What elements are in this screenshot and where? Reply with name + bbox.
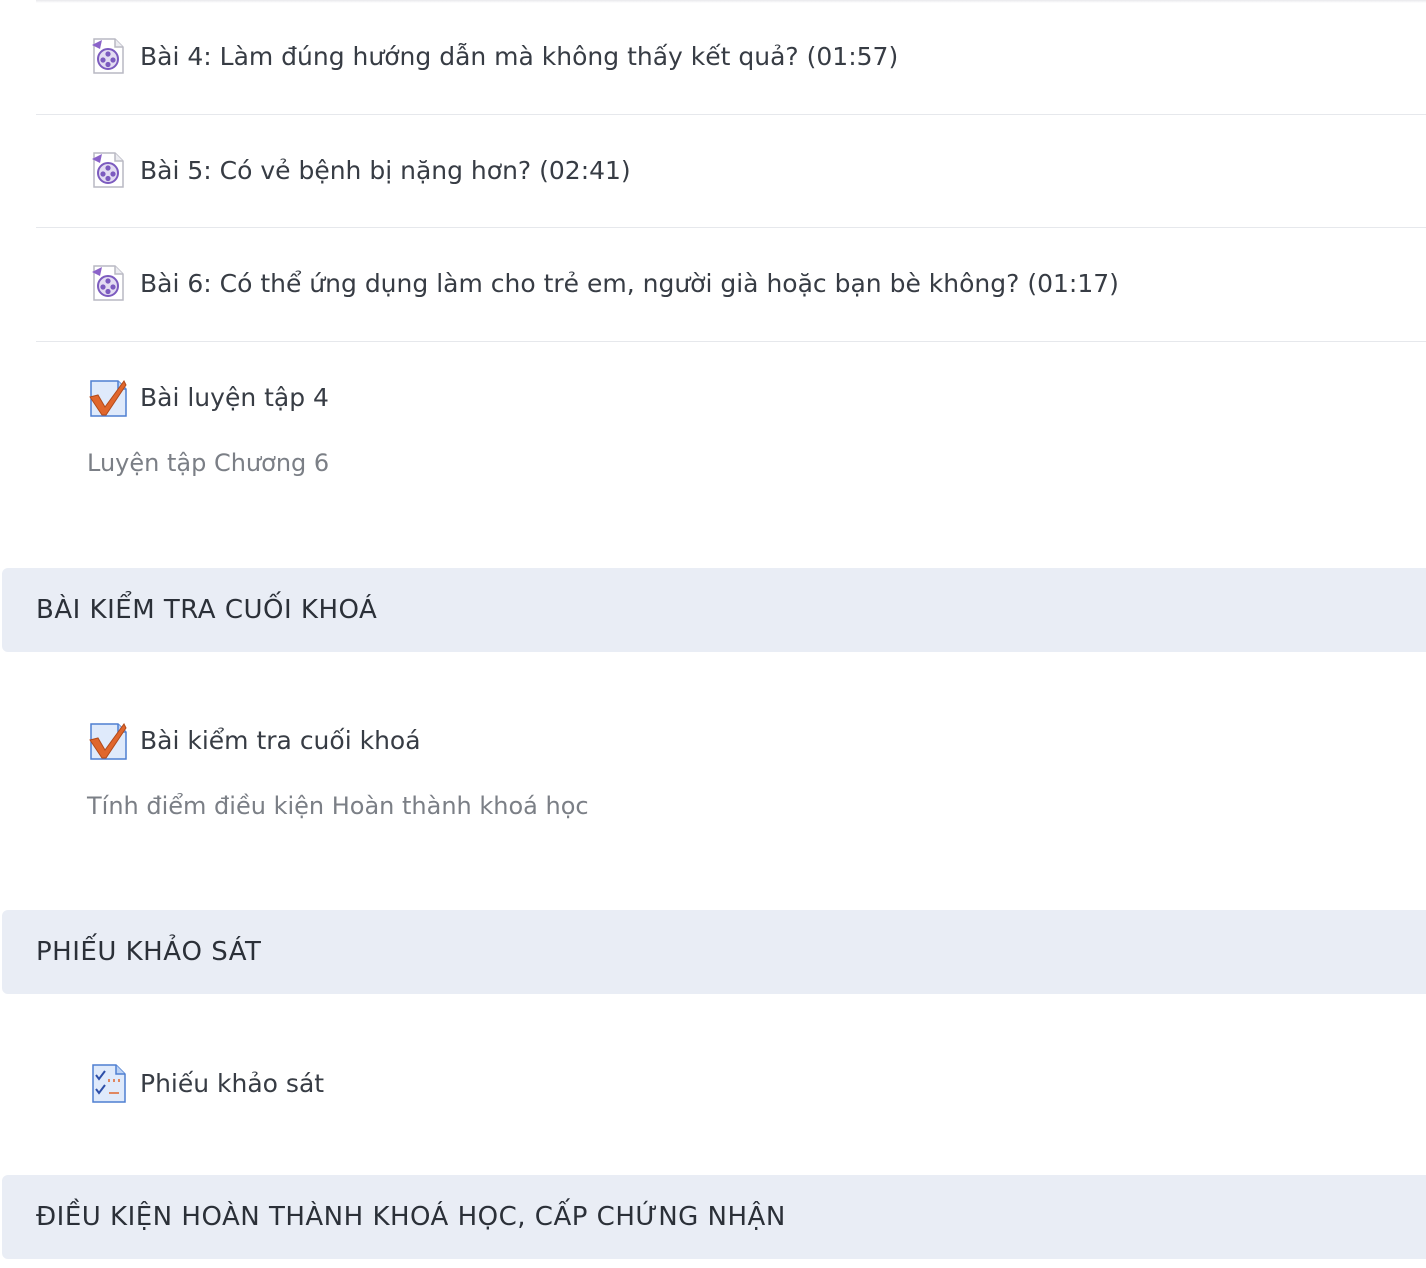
activity-link[interactable]: Bài 5: Có vẻ bệnh bị nặng hơn? (02:41) [140,156,631,185]
activity-video-lesson-6: Bài 6: Có thể ứng dụng làm cho trẻ em, n… [36,227,1426,342]
activity-video-lesson-4: Bài 4: Làm đúng hướng dẫn mà không thấy … [36,0,1426,115]
section-header-survey[interactable]: PHIẾU KHẢO SÁT [2,910,1426,994]
activity-link[interactable]: Phiếu khảo sát [140,1069,324,1098]
activity-quiz-practice-4: Bài luyện tập 4 Luyện tập Chương 6 [36,341,1426,541]
video-file-icon [88,150,128,190]
activity-description: Tính điểm điều kiện Hoàn thành khoá học [87,792,589,820]
activity-quiz-final-test: Bài kiểm tra cuối khoá Tính điểm điều ki… [36,684,1426,884]
activity-survey: Phiếu khảo sát [36,1027,1426,1147]
video-file-icon [88,36,128,76]
video-file-icon [88,263,128,303]
section-title: BÀI KIỂM TRA CUỐI KHOÁ [36,595,378,625]
activity-link[interactable]: Bài luyện tập 4 [140,383,329,412]
activity-description: Luyện tập Chương 6 [87,449,330,477]
activity-link[interactable]: Bài kiểm tra cuối khoá [140,726,421,755]
activity-link[interactable]: Bài 6: Có thể ứng dụng làm cho trẻ em, n… [140,269,1119,298]
section-header-final-test[interactable]: BÀI KIỂM TRA CUỐI KHOÁ [2,568,1426,652]
quiz-check-icon [88,720,128,760]
section-title: ĐIỀU KIỆN HOÀN THÀNH KHOÁ HỌC, CẤP CHỨNG… [36,1202,786,1232]
survey-icon [88,1063,128,1103]
quiz-check-icon [88,377,128,417]
section-title: PHIẾU KHẢO SÁT [36,937,262,967]
section-header-completion-conditions[interactable]: ĐIỀU KIỆN HOÀN THÀNH KHOÁ HỌC, CẤP CHỨNG… [2,1175,1426,1259]
activity-link[interactable]: Bài 4: Làm đúng hướng dẫn mà không thấy … [140,42,898,71]
activity-video-lesson-5: Bài 5: Có vẻ bệnh bị nặng hơn? (02:41) [36,114,1426,228]
